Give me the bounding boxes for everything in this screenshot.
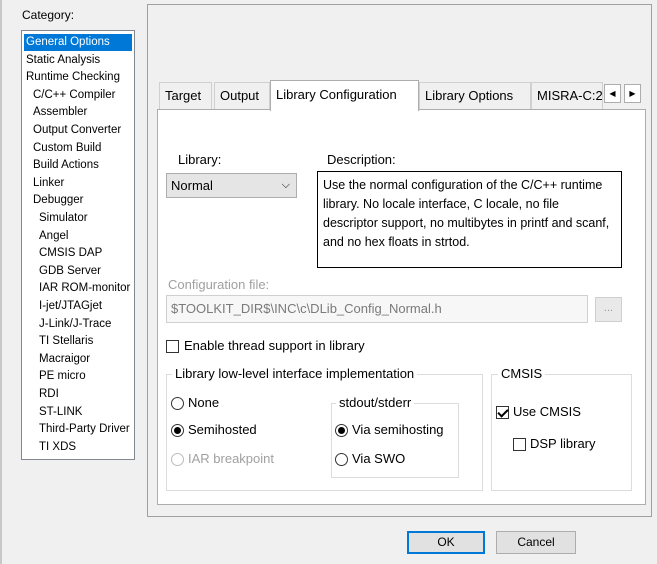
cmsis-group xyxy=(491,374,632,491)
category-item[interactable]: TI XDS xyxy=(24,439,132,456)
category-item[interactable]: PE micro xyxy=(24,368,132,385)
radio-iar-breakpoint[interactable] xyxy=(171,453,184,466)
description-label: Description: xyxy=(327,152,396,167)
tab-output[interactable]: Output xyxy=(214,82,270,109)
library-select-value: Normal xyxy=(171,178,213,193)
radio-via-swo-label: Via SWO xyxy=(352,451,406,466)
radio-none-label: None xyxy=(188,395,220,410)
window-left-edge xyxy=(0,0,2,564)
category-item[interactable]: Output Converter xyxy=(24,122,132,139)
tab-library-configuration[interactable]: Library Configuration xyxy=(270,80,419,111)
category-item[interactable]: General Options xyxy=(24,34,132,51)
stdout-group xyxy=(331,403,459,478)
dsp-library-checkbox[interactable] xyxy=(513,438,526,451)
category-item[interactable]: C/C++ Compiler xyxy=(24,87,132,104)
library-label: Library: xyxy=(178,152,222,167)
category-item[interactable]: Simulator xyxy=(24,210,132,227)
category-item[interactable]: I-jet/JTAGjet xyxy=(24,298,132,315)
category-item[interactable]: Assembler xyxy=(24,104,132,121)
thread-support-checkbox[interactable] xyxy=(166,340,179,353)
category-item[interactable]: Runtime Checking xyxy=(24,69,132,86)
dsp-library-label: DSP library xyxy=(530,436,596,451)
thread-support-label: Enable thread support in library xyxy=(184,338,365,353)
category-item[interactable]: Debugger xyxy=(24,192,132,209)
category-item[interactable]: TI Stellaris xyxy=(24,333,132,350)
tab-target[interactable]: Target xyxy=(159,82,212,109)
category-item[interactable]: Macraigor xyxy=(24,351,132,368)
radio-semihosted-label: Semihosted xyxy=(188,422,257,437)
category-item[interactable]: J-Link/J-Trace xyxy=(24,316,132,333)
radio-via-semihosting-label: Via semihosting xyxy=(352,422,444,437)
tab-scroll-right-icon[interactable]: ▶ xyxy=(624,84,641,103)
category-item[interactable]: IAR ROM-monitor xyxy=(24,280,132,297)
category-label: Category: xyxy=(22,8,75,22)
category-item[interactable]: Build Actions xyxy=(24,157,132,174)
category-item[interactable]: Angel xyxy=(24,228,132,245)
config-file-input[interactable]: $TOOLKIT_DIR$\INC\c\DLib_Config_Normal.h xyxy=(166,295,588,323)
description-text: Use the normal configuration of the C/C+… xyxy=(317,171,622,268)
category-list[interactable]: General Options Static Analysis Runtime Ch… xyxy=(21,30,135,460)
radio-none[interactable] xyxy=(171,397,184,410)
category-item[interactable]: Third-Party Driver xyxy=(24,421,132,438)
cmsis-group-title: CMSIS xyxy=(498,366,546,381)
tab-scroll-left-icon[interactable]: ◀ xyxy=(604,84,621,103)
tab-library-options[interactable]: Library Options xyxy=(419,82,531,109)
ok-button[interactable]: OK xyxy=(407,531,485,554)
config-file-label: Configuration file: xyxy=(168,277,270,292)
use-cmsis-label: Use CMSIS xyxy=(513,404,581,419)
radio-semihosted[interactable] xyxy=(171,424,184,437)
stdout-group-title: stdout/stderr xyxy=(336,395,415,410)
category-item[interactable]: Linker xyxy=(24,175,132,192)
radio-iar-breakpoint-label: IAR breakpoint xyxy=(188,451,274,466)
category-item[interactable]: Static Analysis xyxy=(24,52,132,69)
category-item[interactable]: CMSIS DAP xyxy=(24,245,132,262)
library-select[interactable]: Normal ⌵ xyxy=(166,173,297,198)
radio-via-semihosting[interactable] xyxy=(335,424,348,437)
chevron-down-icon: ⌵ xyxy=(281,179,290,191)
lowlevel-group-title: Library low-level interface implementati… xyxy=(172,366,418,381)
category-item[interactable]: RDI xyxy=(24,386,132,403)
browse-button[interactable]: ... xyxy=(595,297,622,322)
cancel-button[interactable]: Cancel xyxy=(496,531,576,554)
radio-via-swo[interactable] xyxy=(335,453,348,466)
category-item[interactable]: ST-LINK xyxy=(24,404,132,421)
tab-misra-c[interactable]: MISRA-C:2 xyxy=(531,82,603,109)
category-item[interactable]: GDB Server xyxy=(24,263,132,280)
use-cmsis-checkbox[interactable] xyxy=(496,406,509,419)
category-item[interactable]: Custom Build xyxy=(24,140,132,157)
